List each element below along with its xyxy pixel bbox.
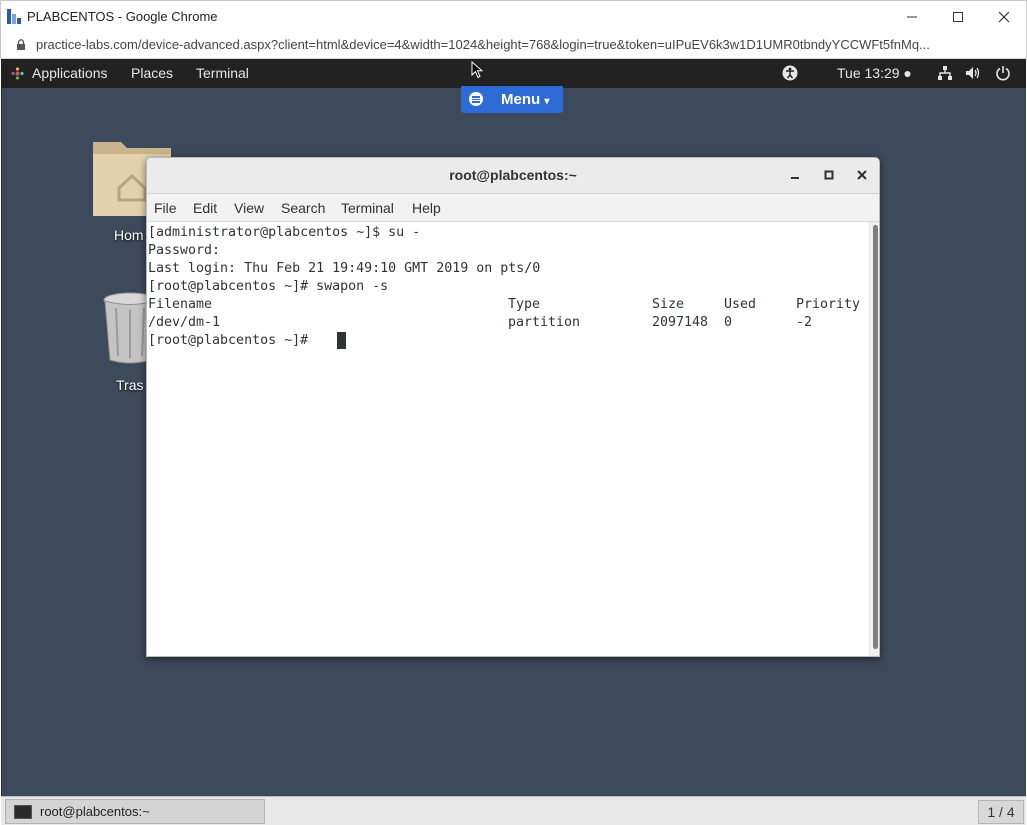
- close-window-button[interactable]: [981, 1, 1027, 32]
- power-icon[interactable]: [995, 65, 1011, 81]
- browser-title-bar: PLABCENTOS - Google Chrome: [0, 0, 1027, 31]
- applications-icon: [11, 67, 24, 80]
- terminal-app-menu[interactable]: Terminal: [196, 65, 249, 81]
- trash-label[interactable]: Tras: [116, 377, 143, 393]
- swap-size: 2097148: [652, 315, 709, 330]
- terminal-line: Last login: Thu Feb 21 19:49:10 GMT 2019…: [148, 261, 541, 276]
- swap-header-type: Type: [508, 297, 541, 312]
- url-text[interactable]: practice-labs.com/device-advanced.aspx?c…: [36, 37, 1011, 52]
- terminal-output[interactable]: [administrator@plabcentos ~]$ su - Passw…: [147, 222, 869, 656]
- swap-header-used: Used: [724, 297, 757, 312]
- terminal-line: [administrator@plabcentos ~]$ su -: [148, 225, 421, 240]
- terminal-menu-bar: File Edit View Search Terminal Help: [147, 194, 879, 222]
- places-menu[interactable]: Places: [131, 65, 173, 81]
- swap-filename: /dev/dm-1: [148, 315, 221, 330]
- terminal-line: [root@plabcentos ~]# swapon -s: [148, 279, 389, 294]
- terminal-menu-edit[interactable]: Edit: [193, 200, 217, 216]
- practice-labs-logo-icon: [7, 9, 21, 24]
- minimize-icon: [907, 16, 917, 17]
- swap-header-filename: Filename: [148, 297, 213, 312]
- volume-icon[interactable]: [965, 65, 981, 81]
- terminal-window[interactable]: root@plabcentos:~ File Edit View Search …: [146, 157, 880, 657]
- terminal-close-icon[interactable]: [854, 167, 870, 183]
- swap-type: partition: [508, 315, 581, 330]
- menu-icon: [469, 92, 483, 106]
- workspace-switcher[interactable]: 1 / 4: [978, 800, 1024, 824]
- terminal-cursor: [337, 332, 346, 349]
- terminal-menu-search[interactable]: Search: [281, 200, 325, 216]
- network-icon[interactable]: [937, 65, 953, 81]
- maximize-icon: [953, 11, 963, 22]
- terminal-menu-view[interactable]: View: [234, 200, 264, 216]
- applications-menu[interactable]: Applications: [32, 65, 108, 81]
- taskbar-terminal-label: root@plabcentos:~: [40, 804, 150, 819]
- maximize-window-button[interactable]: [935, 1, 981, 32]
- terminal-menu-terminal[interactable]: Terminal: [341, 200, 394, 216]
- gnome-top-bar: Applications Places Terminal Tue 13:29 ●: [1, 59, 1026, 88]
- address-bar[interactable]: practice-labs.com/device-advanced.aspx?c…: [0, 31, 1027, 59]
- bottom-taskbar: root@plabcentos:~ 1 / 4: [1, 796, 1026, 825]
- mouse-cursor-icon: [471, 61, 483, 79]
- accessibility-icon[interactable]: [782, 65, 798, 81]
- swap-header-size: Size: [652, 297, 685, 312]
- swap-header-priority: Priority: [796, 297, 861, 312]
- terminal-minimize-icon[interactable]: [787, 167, 803, 183]
- terminal-title: root@plabcentos:~: [449, 167, 577, 183]
- close-icon: [998, 11, 1010, 22]
- terminal-menu-help[interactable]: Help: [412, 200, 441, 216]
- swap-used: 0: [724, 315, 733, 330]
- terminal-maximize-icon[interactable]: [821, 167, 837, 183]
- terminal-title-bar[interactable]: root@plabcentos:~: [147, 158, 879, 194]
- terminal-prompt: [root@plabcentos ~]#: [148, 333, 317, 348]
- menu-button-label: Menu ▾: [501, 91, 550, 108]
- browser-window-title: PLABCENTOS - Google Chrome: [27, 9, 218, 24]
- minimize-window-button[interactable]: [889, 1, 935, 32]
- terminal-scrollbar[interactable]: [869, 222, 879, 656]
- terminal-line: Password:: [148, 243, 221, 258]
- terminal-icon: [14, 805, 32, 819]
- clock[interactable]: Tue 13:29 ●: [837, 65, 912, 81]
- terminal-scrollbar-thumb[interactable]: [873, 225, 878, 649]
- terminal-menu-file[interactable]: File: [154, 200, 177, 216]
- home-folder-label[interactable]: Hom: [114, 227, 144, 243]
- lock-icon: [17, 39, 25, 50]
- taskbar-terminal-item[interactable]: root@plabcentos:~: [5, 799, 265, 824]
- remote-menu-button[interactable]: Menu ▾: [461, 86, 563, 113]
- swap-priority: -2: [796, 315, 813, 330]
